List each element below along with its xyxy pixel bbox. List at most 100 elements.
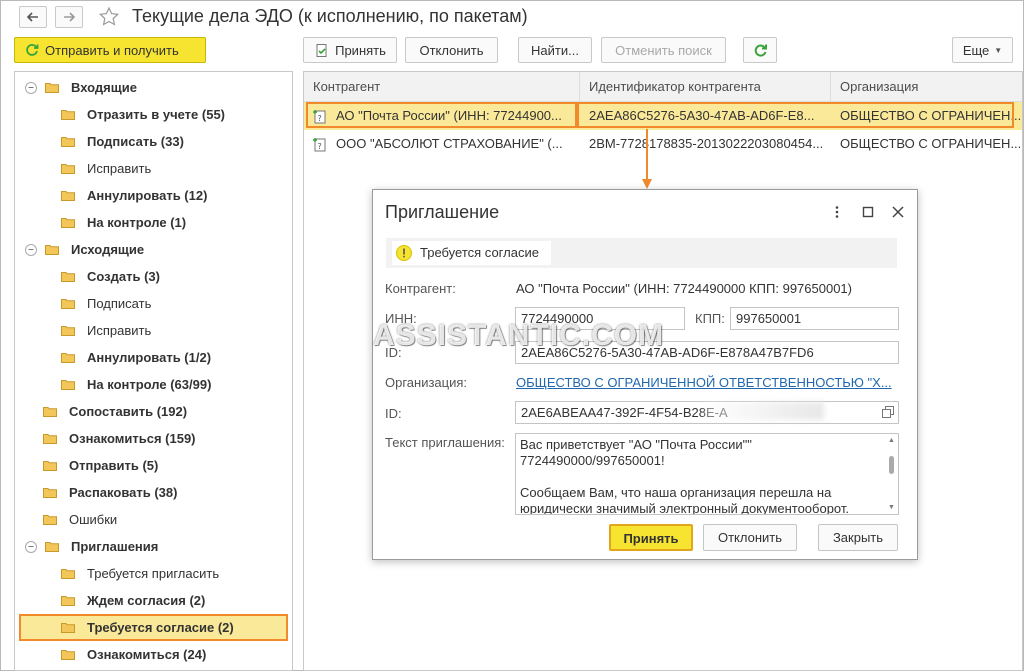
sidebar-item-label: Приглашения (71, 539, 159, 554)
sidebar-item-label: Ознакомиться (24) (87, 647, 207, 662)
collapse-toggle-icon[interactable]: – (25, 540, 37, 553)
sidebar-item-label: Требуется пригласить (87, 566, 220, 581)
folder-icon (61, 568, 75, 579)
sidebar-item[interactable]: Подписать (33) (61, 128, 184, 155)
sidebar-item[interactable]: Исправить (61, 155, 151, 182)
kpp-field[interactable]: 997650001 (730, 307, 899, 330)
dialog-menu-button[interactable] (829, 204, 845, 220)
folder-icon (61, 595, 75, 606)
sidebar-item-label: Отправить (5) (69, 458, 159, 473)
organization-label: Организация: (385, 375, 468, 390)
textarea-scrollbar[interactable]: ▲ ▼ (885, 434, 898, 514)
dialog-close-button-bottom[interactable]: Закрыть (818, 524, 898, 551)
folder-icon (61, 190, 75, 201)
sidebar-item-label: Подписать (33) (87, 134, 184, 149)
refresh-button[interactable] (743, 37, 777, 63)
refresh-icon (754, 44, 767, 56)
cancel-search-button[interactable]: Отменить поиск (601, 37, 726, 63)
dialog-reject-button[interactable]: Отклонить (703, 524, 797, 551)
organization-link[interactable]: ОБЩЕСТВО С ОГРАНИЧЕННОЙ ОТВЕТСТВЕННОСТЬЮ… (516, 375, 900, 390)
sidebar-item[interactable]: Сопоставить (192) (43, 398, 187, 425)
find-label: Найти... (531, 42, 579, 58)
collapse-toggle-icon[interactable]: – (25, 81, 37, 94)
sidebar-item[interactable]: Требуется согласие (2) (19, 614, 288, 641)
copy-icon[interactable] (882, 406, 894, 418)
sidebar-item[interactable]: Отправить (5) (43, 452, 158, 479)
find-button[interactable]: Найти... (518, 37, 592, 63)
sidebar-item[interactable]: Ознакомиться (24) (61, 641, 206, 668)
sidebar-item[interactable]: – Приглашения (25, 533, 158, 560)
back-button[interactable] (19, 6, 47, 28)
scroll-up-icon[interactable]: ▲ (888, 437, 895, 444)
folder-icon (45, 82, 59, 93)
folder-icon (45, 541, 59, 552)
cell-counterparty-id: 2BM-7728178835-2013022203080454... (589, 136, 824, 151)
scroll-thumb[interactable] (889, 456, 894, 474)
sidebar-item[interactable]: Требуется пригласить (61, 560, 219, 587)
svg-text:?: ? (318, 142, 322, 151)
dialog-accept-button[interactable]: Принять (609, 524, 693, 551)
reject-toolbar-label: Отклонить (419, 42, 484, 58)
sidebar-item-label: Аннулировать (12) (87, 188, 208, 203)
counterparty-label: Контрагент: (385, 281, 456, 296)
folder-icon (61, 649, 75, 660)
folder-icon (61, 163, 75, 174)
sidebar-item-label: Подписать (87, 296, 152, 311)
counterparty-value: АО "Почта России" (ИНН: 7724490000 КПП: … (516, 281, 852, 296)
sidebar-item[interactable]: – Входящие (25, 74, 137, 101)
sidebar-item-label: Исправить (87, 161, 152, 176)
svg-text:?: ? (318, 114, 322, 123)
status-badge: Требуется согласие (392, 241, 551, 265)
column-header-organization[interactable]: Организация (831, 72, 1022, 102)
sidebar-item-label: Распаковать (38) (69, 485, 178, 500)
sidebar-item[interactable]: На контроле (63/99) (61, 371, 211, 398)
folder-icon (43, 514, 57, 525)
sidebar-item[interactable]: Ошибки (43, 506, 117, 533)
list-header: Контрагент Идентификатор контрагента Орг… (304, 72, 1022, 102)
reject-toolbar-button[interactable]: Отклонить (405, 37, 498, 63)
sidebar-item[interactable]: Создать (3) (61, 263, 160, 290)
accept-toolbar-button[interactable]: Принять (303, 37, 397, 63)
sidebar-item[interactable]: Отразить в учете (55) (61, 101, 225, 128)
folder-tree: – Входящие Отразить в учете (55) Подписать … (14, 71, 293, 671)
sidebar-item[interactable]: Аннулировать (12) (61, 182, 207, 209)
folder-icon (43, 460, 57, 471)
collapse-toggle-icon[interactable]: – (25, 243, 37, 256)
id2-label: ID: (385, 406, 402, 421)
dialog-maximize-button[interactable] (860, 204, 876, 220)
cancel-search-label: Отменить поиск (615, 42, 712, 58)
folder-icon (61, 271, 75, 282)
sidebar-item[interactable]: Ждем согласия (2) (61, 587, 205, 614)
sidebar-item[interactable]: Подписать (61, 290, 151, 317)
more-menu-button[interactable]: Еще ▼ (952, 37, 1013, 63)
document-question-icon: ? (313, 138, 326, 152)
dialog-close-button[interactable] (890, 204, 906, 220)
sidebar-item-label: Сопоставить (192) (69, 404, 188, 419)
watermark: ASSISTANTIC.COM (373, 319, 665, 352)
column-header-counterparty[interactable]: Контрагент (304, 72, 580, 102)
sidebar-item-label: Ошибки (69, 512, 118, 527)
table-row[interactable]: ? АО "Почта России" (ИНН: 77244900... 2A… (304, 102, 1022, 130)
sidebar-item[interactable]: Исправить (61, 317, 151, 344)
column-header-counterparty-id[interactable]: Идентификатор контрагента (580, 72, 831, 102)
status-text: Требуется согласие (420, 245, 539, 260)
sync-icon (26, 44, 39, 56)
close-icon (892, 206, 904, 218)
sidebar-item[interactable]: Распаковать (38) (43, 479, 177, 506)
sidebar-item[interactable]: На контроле (1) (61, 209, 186, 236)
folder-icon (61, 622, 75, 633)
sidebar-item[interactable]: Ознакомиться (159) (43, 425, 196, 452)
table-row[interactable]: ? ООО "АБСОЛЮТ СТРАХОВАНИЕ" (... 2BM-772… (304, 130, 1022, 158)
favorite-star-icon[interactable] (97, 5, 121, 29)
sidebar-item-label: Отразить в учете (55) (87, 107, 225, 122)
invite-textarea[interactable]: Вас приветствует "АО "Почта России"" 772… (515, 433, 899, 515)
sidebar-item-label: Ждем согласия (2) (87, 593, 206, 608)
scroll-down-icon[interactable]: ▼ (888, 504, 895, 511)
sidebar-item[interactable]: Аннулировать (1/2) (61, 344, 211, 371)
warning-icon (396, 245, 412, 261)
forward-button[interactable] (55, 6, 83, 28)
app-window: Текущие дела ЭДО (к исполнению, по пакет… (0, 0, 1024, 671)
sidebar-item[interactable]: – Исходящие (25, 236, 144, 263)
send-receive-button[interactable]: Отправить и получить (14, 37, 206, 63)
redacted-area (704, 402, 824, 420)
